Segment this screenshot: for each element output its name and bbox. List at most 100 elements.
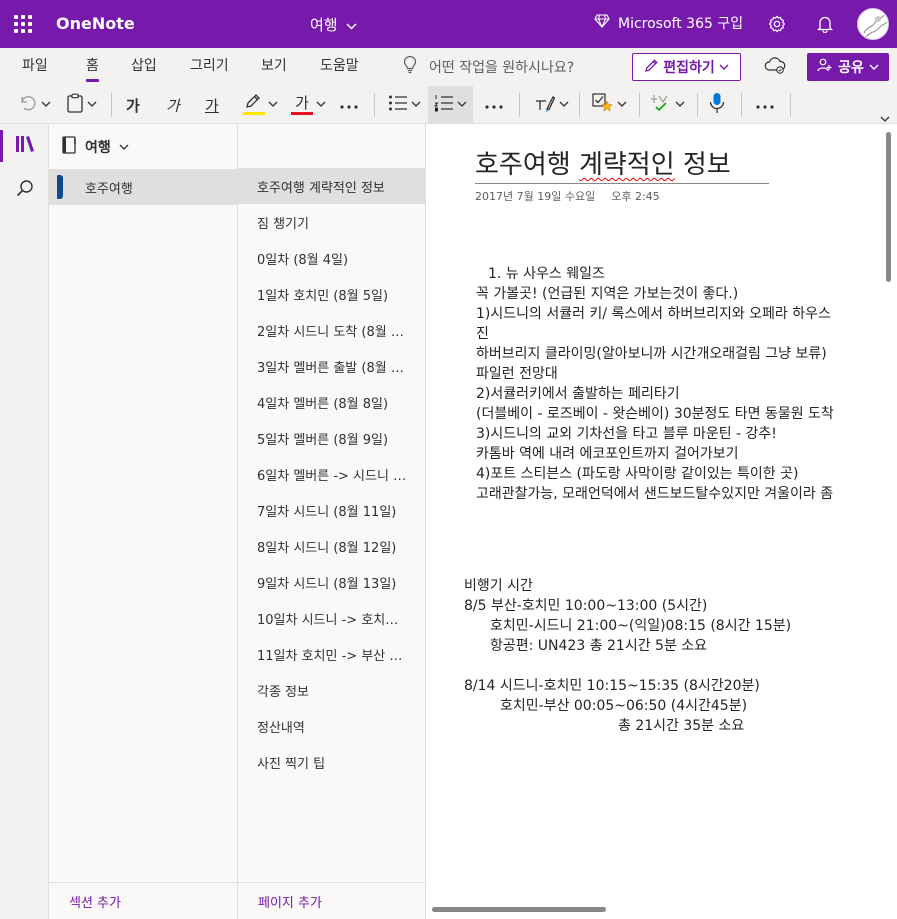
notebook-title-label: 여행 xyxy=(310,16,338,34)
edit-mode-button[interactable]: 편집하기 xyxy=(632,53,741,81)
horizontal-scrollbar[interactable] xyxy=(432,907,606,912)
bullets-button[interactable] xyxy=(388,90,421,120)
paste-button[interactable] xyxy=(66,90,97,120)
page-item[interactable]: 0일차 (8월 4일) xyxy=(238,240,425,276)
font-color-icon: 가 xyxy=(291,93,313,117)
note-line[interactable]: 항공편: UN423 총 21시간 5분 소요 xyxy=(490,636,707,656)
clipboard-icon xyxy=(66,93,84,117)
page-item[interactable]: 호주여행 계략적인 정보 xyxy=(238,168,425,204)
page-item[interactable]: 4일차 멜버른 (8월 8일) xyxy=(238,384,425,420)
page-item-label: 호주여행 계략적인 정보 xyxy=(257,180,385,196)
page-title[interactable]: 호주여행 계략적인 정보 xyxy=(475,144,769,184)
page-canvas[interactable]: 호주여행 계략적인 정보 2017년 7월 19일 수요일 오후 2:45 1. … xyxy=(426,124,897,919)
note-line[interactable]: 2)서큘러키에서 출발하는 페리타기 xyxy=(476,384,680,404)
more-paragraph-options-button[interactable] xyxy=(484,90,504,120)
page-item[interactable]: 각종 정보 xyxy=(238,672,425,708)
page-item[interactable]: 9일차 시드니 (8월 13일) xyxy=(238,564,425,600)
page-item[interactable]: 11일차 호치민 -> 부산 (8월 15일) xyxy=(238,636,425,672)
chevron-down-icon xyxy=(617,100,627,111)
todo-star-tag-icon xyxy=(592,93,614,117)
buy-m365-link[interactable]: Microsoft 365 구입 xyxy=(594,13,743,33)
note-line[interactable]: (더블베이 - 로즈베이 - 왓슨베이) 30분정도 타면 동물원 도착 xyxy=(476,404,834,424)
tab-insert[interactable]: 삽입 xyxy=(131,55,157,75)
user-avatar[interactable] xyxy=(857,8,889,40)
share-button[interactable]: 공유 xyxy=(807,53,889,81)
add-section-button[interactable]: 섹션 추가 xyxy=(69,892,121,911)
styles-button[interactable] xyxy=(534,90,569,120)
highlight-button[interactable] xyxy=(243,90,278,120)
highlight-color-swatch xyxy=(243,112,265,115)
page-item[interactable]: 정산내역 xyxy=(238,708,425,744)
note-line[interactable]: 8/5 부산-호치민 10:00~13:00 (5시간) xyxy=(464,596,707,616)
notifications-bell-icon[interactable] xyxy=(813,12,837,36)
notebook-switcher[interactable]: 여행 xyxy=(61,136,129,158)
page-item[interactable]: 사진 찍기 팁 xyxy=(238,744,425,780)
note-line[interactable]: 총 21시간 35분 소요 xyxy=(618,716,744,736)
page-item[interactable]: 3일차 멜버른 출발 (8월 7일) xyxy=(238,348,425,384)
note-line[interactable]: 1. 뉴 사우스 웨일즈 xyxy=(488,264,605,284)
more-options-button[interactable] xyxy=(755,90,775,120)
page-item[interactable]: 6일차 멜버른 -> 시드니 (8월 10일) xyxy=(238,456,425,492)
note-line[interactable]: 꼭 가볼곳! (언급된 지역은 가보는것이 좋다.) xyxy=(476,284,738,304)
chevron-down-icon xyxy=(719,59,729,75)
page-item-label: 정산내역 xyxy=(257,720,305,736)
note-line[interactable]: 카톰바 역에 내려 에코포인트까지 걸어가보기 xyxy=(476,444,739,464)
note-line[interactable]: 8/14 시드니-호치민 10:15~15:35 (8시간20분) xyxy=(464,676,760,696)
sync-status-cloud-icon[interactable] xyxy=(764,56,786,78)
dictate-button[interactable] xyxy=(709,90,725,120)
numbered-list-icon xyxy=(433,94,454,116)
note-line[interactable]: 1)시드니의 서큘러 키/ 록스에서 하버브리지와 오페라 하우스 xyxy=(476,304,831,324)
numbering-button[interactable] xyxy=(428,86,473,124)
notebooks-nav-button[interactable] xyxy=(0,126,49,166)
underline-button[interactable]: 가 xyxy=(205,90,219,120)
note-line[interactable]: 3)시드니의 교외 기차선을 타고 블루 마운틴 - 강추! xyxy=(476,424,777,444)
page-item-label: 5일차 멜버른 (8월 9일) xyxy=(257,432,389,448)
home-toolbar: 가 가 가 가 xyxy=(0,86,897,124)
tab-home[interactable]: 홈 xyxy=(86,55,99,82)
chevron-down-icon xyxy=(119,139,129,155)
chevron-down-icon xyxy=(268,100,278,111)
tab-draw[interactable]: 그리기 xyxy=(190,55,229,75)
note-line[interactable]: 호치민-시드니 21:00~(익일)08:15 (8시간 15분) xyxy=(490,616,791,636)
spelling-button[interactable] xyxy=(650,90,685,120)
app-name[interactable]: OneNote xyxy=(56,14,135,33)
chevron-down-icon xyxy=(869,59,879,75)
page-item[interactable]: 8일차 시드니 (8월 12일) xyxy=(238,528,425,564)
tab-file[interactable]: 파일 xyxy=(22,55,48,75)
chevron-down-icon xyxy=(559,100,569,111)
more-font-options-button[interactable] xyxy=(339,90,359,120)
undo-icon xyxy=(18,94,38,116)
page-date: 2017년 7월 19일 수요일 xyxy=(475,190,596,203)
page-item[interactable]: 짐 챙기기 xyxy=(238,204,425,240)
note-line[interactable]: 비행기 시간 xyxy=(464,576,533,596)
page-item-label: 사진 찍기 팁 xyxy=(257,756,326,772)
italic-button[interactable]: 가 xyxy=(166,90,180,120)
add-page-button[interactable]: 페이지 추가 xyxy=(258,892,322,911)
tab-help[interactable]: 도움말 xyxy=(320,55,359,75)
note-line[interactable]: 고래관찰가능, 모래언덕에서 샌드보드탈수있지만 겨울이라 좀 xyxy=(476,484,833,504)
tab-view[interactable]: 보기 xyxy=(261,55,287,75)
toolbar-divider xyxy=(790,93,791,117)
undo-button[interactable] xyxy=(18,90,51,120)
page-item[interactable]: 10일차 시드니 -> 호치민 (8월 14일) xyxy=(238,600,425,636)
note-line[interactable]: 4)포트 스티븐스 (파도랑 사막이랑 같이있는 특이한 곳) xyxy=(476,464,798,484)
vertical-scrollbar[interactable] xyxy=(886,132,891,282)
search-nav-button[interactable] xyxy=(0,170,49,210)
note-line[interactable]: 파일런 전망대 xyxy=(476,364,558,384)
page-item[interactable]: 5일차 멜버른 (8월 9일) xyxy=(238,420,425,456)
page-item[interactable]: 7일차 시드니 (8월 11일) xyxy=(238,492,425,528)
page-item[interactable]: 1일차 호치민 (8월 5일) xyxy=(238,276,425,312)
divider xyxy=(49,882,237,883)
tag-button[interactable] xyxy=(592,90,627,120)
font-color-button[interactable]: 가 xyxy=(291,90,326,120)
section-item-australia-trip[interactable]: 호주여행 xyxy=(49,169,237,205)
tell-me-search[interactable]: 어떤 작업을 원하시나요? xyxy=(403,55,574,78)
page-item[interactable]: 2일차 시드니 도착 (8월 6일) xyxy=(238,312,425,348)
settings-gear-icon[interactable] xyxy=(765,12,789,36)
note-line[interactable]: 진 xyxy=(476,324,489,344)
notebook-title-dropdown[interactable]: 여행 xyxy=(310,14,357,35)
note-line[interactable]: 하버브리지 클라이밍(알아보니까 시간개오래걸림 그냥 보류) xyxy=(476,344,827,364)
app-launcher-icon[interactable] xyxy=(13,14,33,34)
bold-button[interactable]: 가 xyxy=(126,90,140,120)
note-line[interactable]: 호치민-부산 00:05~06:50 (4시간45분) xyxy=(500,696,747,716)
